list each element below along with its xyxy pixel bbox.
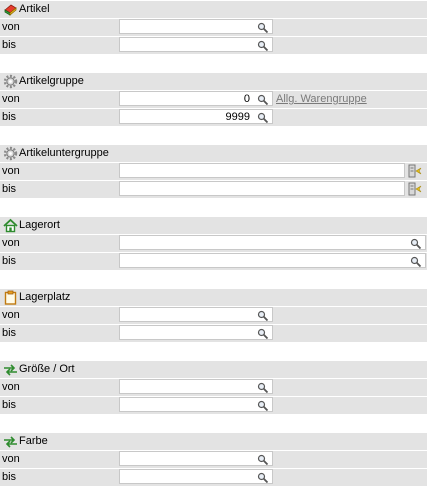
- section-header-lagerplatz: Lagerplatz: [0, 289, 427, 306]
- groesse-bis-input[interactable]: [119, 397, 273, 412]
- von-label: von: [2, 453, 20, 465]
- bis-label: bis: [2, 39, 17, 51]
- artikelgruppe-von-row: von 0 Allg. Warengruppe: [0, 91, 427, 108]
- lagerort-bis-row: bis: [0, 253, 427, 270]
- gear-icon: [3, 146, 18, 161]
- allg-warengruppe-link[interactable]: Allg. Warengruppe: [276, 93, 367, 106]
- lagerplatz-bis-row: bis: [0, 325, 427, 342]
- lagerplatz-bis-input[interactable]: [119, 325, 273, 340]
- lagerort-von-row: von: [0, 235, 427, 252]
- lagerort-bis-input[interactable]: [119, 253, 426, 268]
- von-label: von: [2, 165, 20, 177]
- lagerort-von-input[interactable]: [119, 235, 426, 250]
- von-label: von: [2, 93, 20, 105]
- artikelgruppe-von-input[interactable]: 0: [119, 91, 273, 106]
- von-label: von: [2, 309, 20, 321]
- section-header-farbe: Farbe: [0, 433, 427, 450]
- section-title: Lagerplatz: [19, 291, 71, 303]
- artikeluntergruppe-von-row: von: [0, 163, 427, 180]
- artikeluntergruppe-von-input[interactable]: [119, 163, 405, 178]
- search-icon[interactable]: [257, 472, 269, 484]
- section-title: Größe / Ort: [19, 363, 75, 375]
- artikelgruppe-bis-input[interactable]: 9999: [119, 109, 273, 124]
- picker-icon[interactable]: [408, 164, 422, 178]
- farbe-bis-row: bis: [0, 469, 427, 486]
- picker-icon[interactable]: [408, 182, 422, 196]
- arrows-icon: [3, 434, 18, 449]
- lagerplatz-von-row: von: [0, 307, 427, 324]
- field-value: 0: [243, 93, 250, 105]
- search-icon[interactable]: [257, 22, 269, 34]
- farbe-bis-input[interactable]: [119, 469, 273, 484]
- von-label: von: [2, 21, 20, 33]
- search-icon[interactable]: [257, 382, 269, 394]
- farbe-von-input[interactable]: [119, 451, 273, 466]
- artikel-von-input[interactable]: [119, 19, 273, 34]
- search-icon[interactable]: [257, 310, 269, 322]
- search-icon[interactable]: [257, 94, 269, 106]
- artikel-von-row: von: [0, 19, 427, 36]
- section-header-artikeluntergruppe: Artikeluntergruppe: [0, 145, 427, 162]
- field-value: 9999: [225, 111, 250, 123]
- groesse-bis-row: bis: [0, 397, 427, 414]
- section-header-artikelgruppe: Artikelgruppe: [0, 73, 427, 90]
- clipboard-icon: [4, 290, 17, 305]
- search-icon[interactable]: [257, 454, 269, 466]
- search-icon[interactable]: [410, 256, 422, 268]
- search-icon[interactable]: [257, 40, 269, 52]
- search-icon[interactable]: [257, 112, 269, 124]
- section-title: Artikelgruppe: [19, 75, 84, 87]
- artikel-bis-row: bis: [0, 37, 427, 54]
- search-icon[interactable]: [410, 238, 422, 250]
- section-title: Artikel: [19, 3, 50, 15]
- gear-icon: [3, 74, 18, 89]
- groesse-von-row: von: [0, 379, 427, 396]
- bis-label: bis: [2, 111, 17, 123]
- search-icon[interactable]: [257, 328, 269, 340]
- section-title: Artikeluntergruppe: [19, 147, 109, 159]
- search-icon[interactable]: [257, 400, 269, 412]
- article-icon: [4, 4, 17, 16]
- bis-label: bis: [2, 255, 17, 267]
- lagerplatz-von-input[interactable]: [119, 307, 273, 322]
- bis-label: bis: [2, 327, 17, 339]
- groesse-von-input[interactable]: [119, 379, 273, 394]
- artikelgruppe-bis-row: bis 9999: [0, 109, 427, 126]
- artikeluntergruppe-bis-input[interactable]: [119, 181, 405, 196]
- bis-label: bis: [2, 183, 17, 195]
- von-label: von: [2, 237, 20, 249]
- section-header-lagerort: Lagerort: [0, 217, 427, 234]
- section-header-artikel: Artikel: [0, 1, 427, 18]
- artikel-bis-input[interactable]: [119, 37, 273, 52]
- artikeluntergruppe-bis-row: bis: [0, 181, 427, 198]
- bis-label: bis: [2, 471, 17, 483]
- section-header-groesse-ort: Größe / Ort: [0, 361, 427, 378]
- section-title: Farbe: [19, 435, 48, 447]
- farbe-von-row: von: [0, 451, 427, 468]
- section-title: Lagerort: [19, 219, 60, 231]
- bis-label: bis: [2, 399, 17, 411]
- von-label: von: [2, 381, 20, 393]
- house-icon: [3, 218, 18, 233]
- arrows-icon: [3, 362, 18, 377]
